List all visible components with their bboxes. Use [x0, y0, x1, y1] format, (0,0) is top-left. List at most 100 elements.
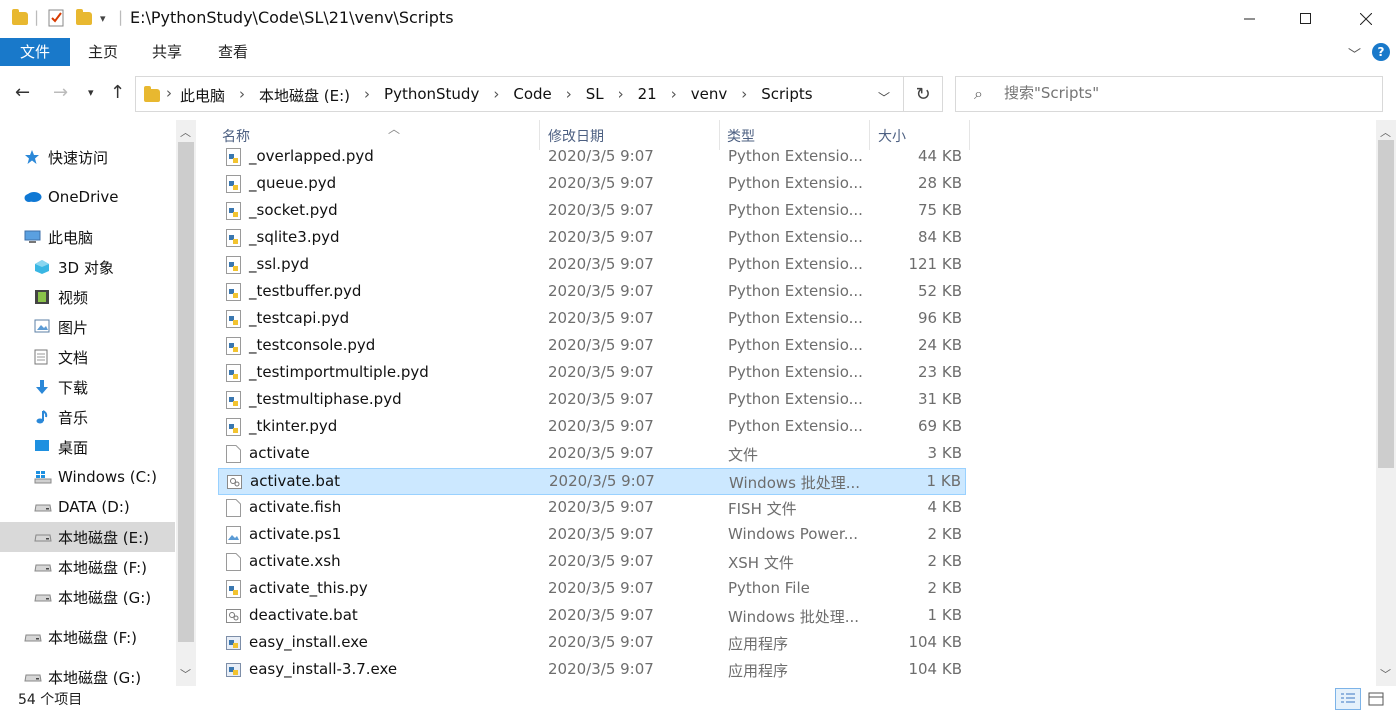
minimize-button[interactable]	[1221, 0, 1279, 38]
nav-item[interactable]: OneDrive	[0, 182, 175, 212]
nav-item[interactable]: 桌面	[0, 432, 175, 462]
file-type: Windows Power...	[728, 525, 859, 543]
nav-item[interactable]: 本地磁盘 (G:)	[0, 582, 175, 612]
file-row[interactable]: _queue.pyd 2020/3/5 9:07 Python Extensio..…	[218, 171, 966, 198]
refresh-button[interactable]: ↻	[904, 76, 943, 112]
back-icon[interactable]: ←	[15, 82, 30, 103]
crumb-pythonstudy[interactable]: PythonStudy	[384, 85, 479, 106]
nav-item-label: 此电脑	[48, 228, 94, 247]
file-row[interactable]: activate.ps1 2020/3/5 9:07 Windows Power..…	[218, 522, 966, 549]
nav-item[interactable]: 视频	[0, 282, 175, 312]
scroll-up-icon[interactable]: ︿	[1380, 124, 1391, 140]
chevron-right-icon[interactable]: ›	[741, 85, 747, 106]
file-row[interactable]: activate.bat 2020/3/5 9:07 Windows 批处理... 1…	[218, 468, 966, 495]
nav-item[interactable]: 本地磁盘 (E:)	[0, 522, 175, 552]
file-row[interactable]: activate.xsh 2020/3/5 9:07 XSH 文件 2 KB	[218, 549, 966, 576]
crumb-drive-e[interactable]: 本地磁盘 (E:)	[259, 85, 350, 106]
file-list-scrollbar[interactable]: ︿ ﹀	[1376, 120, 1396, 686]
file-row[interactable]: _testbuffer.pyd 2020/3/5 9:07 Python Exten…	[218, 279, 966, 306]
close-button[interactable]	[1337, 0, 1395, 38]
recent-locations-icon[interactable]: ▾	[88, 86, 94, 99]
chevron-right-icon[interactable]: ›	[671, 85, 677, 106]
file-type: Python Extensio...	[728, 417, 863, 435]
nav-item[interactable]: 文档	[0, 342, 175, 372]
chevron-right-icon[interactable]: ›	[618, 85, 624, 106]
nav-item[interactable]: 快速访问	[0, 142, 175, 172]
file-row[interactable]: _overlapped.pyd 2020/3/5 9:07 Python Exten…	[218, 144, 966, 171]
crumb-scripts[interactable]: Scripts	[761, 85, 812, 106]
blank-file-icon	[226, 499, 241, 517]
file-date: 2020/3/5 9:07	[548, 606, 654, 624]
ribbon-expand-icon[interactable]: ﹀	[1348, 44, 1361, 63]
scrollbar-thumb[interactable]	[178, 142, 194, 642]
nav-item[interactable]: 图片	[0, 312, 175, 342]
search-box[interactable]: ⌕	[955, 76, 1383, 112]
nav-item[interactable]: DATA (D:)	[0, 492, 175, 522]
crumb-sl[interactable]: SL	[586, 85, 604, 106]
file-size: 52 KB	[918, 282, 962, 300]
crumb-separator-icon[interactable]: ›	[166, 84, 172, 102]
tab-home[interactable]: 主页	[88, 38, 118, 66]
file-row[interactable]: activate_this.py 2020/3/5 9:07 Python File…	[218, 576, 966, 603]
scrollbar-thumb[interactable]	[1378, 140, 1394, 468]
nav-item[interactable]: 下载	[0, 372, 175, 402]
file-row[interactable]: _tkinter.pyd 2020/3/5 9:07 Python Extensio…	[218, 414, 966, 441]
tab-view[interactable]: 查看	[218, 38, 248, 66]
nav-item[interactable]: 本地磁盘 (F:)	[0, 622, 175, 652]
file-name: activate_this.py	[249, 579, 368, 597]
crumb-venv[interactable]: venv	[691, 85, 728, 106]
nav-item[interactable]: 本地磁盘 (F:)	[0, 552, 175, 582]
forward-icon[interactable]: →	[53, 82, 68, 103]
search-input[interactable]	[1004, 84, 1364, 102]
file-row[interactable]: activate 2020/3/5 9:07 文件 3 KB	[218, 441, 966, 468]
help-icon[interactable]: ?	[1372, 43, 1390, 61]
nav-item[interactable]: Windows (C:)	[0, 462, 175, 492]
chevron-right-icon[interactable]: ›	[239, 85, 245, 106]
address-dropdown-icon[interactable]: ﹀	[878, 89, 890, 106]
chevron-right-icon[interactable]: ›	[566, 85, 572, 106]
scroll-up-icon[interactable]: ︿	[180, 124, 191, 140]
tab-file[interactable]: 文件	[0, 38, 70, 66]
scroll-down-icon[interactable]: ﹀	[180, 666, 191, 682]
address-bar[interactable]: › 此电脑 › 本地磁盘 (E:) › PythonStudy › Code › SL ›…	[135, 76, 904, 112]
file-row[interactable]: easy_install-3.7.exe 2020/3/5 9:07 应用程序 104…	[218, 657, 966, 684]
maximize-button[interactable]	[1277, 0, 1335, 38]
details-view-button[interactable]	[1335, 688, 1361, 710]
powershell-file-icon	[226, 526, 241, 544]
nav-item[interactable]: 音乐	[0, 402, 175, 432]
file-row[interactable]: _testmultiphase.pyd 2020/3/5 9:07 Python E…	[218, 387, 966, 414]
new-folder-icon[interactable]	[76, 9, 92, 25]
file-name: _testmultiphase.pyd	[249, 390, 402, 408]
file-date: 2020/3/5 9:07	[548, 336, 654, 354]
crumb-code[interactable]: Code	[513, 85, 551, 106]
nav-item-label: 音乐	[58, 408, 89, 427]
nav-item-label: 本地磁盘 (F:)	[58, 558, 147, 577]
tab-share[interactable]: 共享	[152, 38, 182, 66]
properties-icon[interactable]	[48, 8, 66, 32]
file-row[interactable]: _socket.pyd 2020/3/5 9:07 Python Extensio.…	[218, 198, 966, 225]
file-date: 2020/3/5 9:07	[548, 309, 654, 327]
navigation-scrollbar[interactable]: ︿ ﹀	[176, 120, 196, 686]
chevron-right-icon[interactable]: ›	[364, 85, 370, 106]
file-row[interactable]: _testconsole.pyd 2020/3/5 9:07 Python Exte…	[218, 333, 966, 360]
file-row[interactable]: easy_install.exe 2020/3/5 9:07 应用程序 104 KB	[218, 630, 966, 657]
file-row[interactable]: _sqlite3.pyd 2020/3/5 9:07 Python Extensio…	[218, 225, 966, 252]
crumb-21[interactable]: 21	[638, 85, 657, 106]
chevron-right-icon[interactable]: ›	[493, 85, 499, 106]
up-icon[interactable]: ↑	[110, 82, 125, 103]
file-row[interactable]: deactivate.bat 2020/3/5 9:07 Windows 批处理..…	[218, 603, 966, 630]
crumb-this-pc[interactable]: 此电脑	[180, 85, 225, 106]
large-icons-view-button[interactable]	[1363, 688, 1389, 710]
file-row[interactable]: activate.fish 2020/3/5 9:07 FISH 文件 4 KB	[218, 495, 966, 522]
nav-item[interactable]: 此电脑	[0, 222, 175, 252]
nav-item-label: 桌面	[58, 438, 89, 457]
file-row[interactable]: _testimportmultiple.pyd 2020/3/5 9:07 Pyth…	[218, 360, 966, 387]
quick-access-dropdown-icon[interactable]: ▾	[100, 12, 106, 25]
nav-item[interactable]: 本地磁盘 (G:)	[0, 662, 175, 692]
python-file-icon	[226, 229, 241, 247]
file-row[interactable]: _testcapi.pyd 2020/3/5 9:07 Python Extensi…	[218, 306, 966, 333]
nav-item[interactable]: 3D 对象	[0, 252, 175, 282]
scroll-down-icon[interactable]: ﹀	[1380, 666, 1391, 682]
file-row[interactable]: _ssl.pyd 2020/3/5 9:07 Python Extensio... 1…	[218, 252, 966, 279]
exe-file-icon	[226, 661, 241, 679]
